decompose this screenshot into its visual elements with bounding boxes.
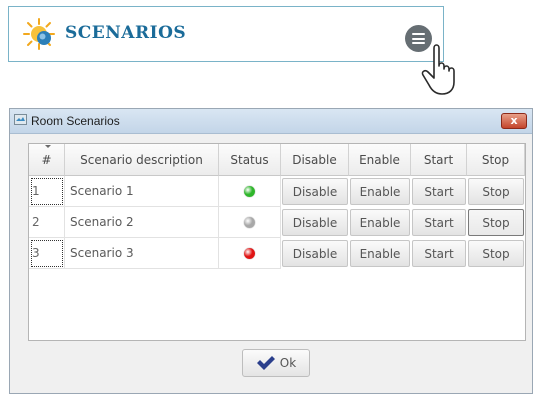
column-header-number[interactable]: #: [29, 144, 65, 176]
status-led-icon: [244, 216, 255, 228]
scenario-description: Scenario 1: [65, 176, 219, 207]
table-row[interactable]: 1 Scenario 1 Disable Enable Start Stop: [29, 176, 525, 207]
column-header-enable[interactable]: Enable: [349, 144, 411, 176]
scenario-description: Scenario 3: [65, 238, 219, 269]
page-title: SCENARIOS: [65, 23, 187, 43]
status-cell: [219, 207, 281, 238]
window-app-icon: [14, 114, 27, 125]
room-scenarios-dialog: Room Scenarios x # Scenario description …: [9, 108, 533, 394]
status-led-icon: [244, 247, 255, 259]
dialog-title: Room Scenarios: [31, 114, 120, 128]
scenarios-header: SCENARIOS: [8, 6, 444, 62]
column-header-status[interactable]: Status: [219, 144, 281, 176]
enable-button[interactable]: Enable: [350, 178, 410, 205]
scenarios-table: # Scenario description Status Disable En…: [28, 143, 526, 341]
disable-button[interactable]: Disable: [282, 209, 348, 236]
start-button[interactable]: Start: [412, 209, 466, 236]
stop-button[interactable]: Stop: [468, 209, 524, 236]
column-header-stop[interactable]: Stop: [467, 144, 525, 176]
stop-button[interactable]: Stop: [468, 178, 524, 205]
row-number: 2: [29, 207, 65, 238]
row-number: 3: [29, 238, 65, 269]
column-header-description[interactable]: Scenario description: [65, 144, 219, 176]
disable-button[interactable]: Disable: [282, 240, 348, 267]
status-led-icon: [244, 185, 255, 197]
checkmark-icon: [256, 356, 275, 370]
sort-arrow-icon: [44, 145, 51, 148]
start-button[interactable]: Start: [412, 240, 466, 267]
sun-scenario-icon: [23, 18, 55, 50]
status-cell: [219, 238, 281, 269]
enable-button[interactable]: Enable: [350, 209, 410, 236]
touch-hand-icon: [421, 44, 455, 95]
scenario-description: Scenario 2: [65, 207, 219, 238]
disable-button[interactable]: Disable: [282, 178, 348, 205]
ok-button[interactable]: Ok: [242, 349, 310, 377]
table-row[interactable]: 2 Scenario 2 Disable Enable Start Stop: [29, 207, 525, 238]
dialog-titlebar[interactable]: Room Scenarios x: [10, 109, 532, 134]
enable-button[interactable]: Enable: [350, 240, 410, 267]
start-button[interactable]: Start: [412, 178, 466, 205]
ok-label: Ok: [279, 356, 297, 370]
table-row[interactable]: 3 Scenario 3 Disable Enable Start Stop: [29, 238, 525, 269]
column-header-disable[interactable]: Disable: [281, 144, 349, 176]
close-button[interactable]: x: [501, 113, 527, 129]
status-cell: [219, 176, 281, 207]
column-header-start[interactable]: Start: [411, 144, 467, 176]
row-number: 1: [29, 176, 65, 207]
stop-button[interactable]: Stop: [468, 240, 524, 267]
column-header-label: #: [41, 152, 52, 167]
